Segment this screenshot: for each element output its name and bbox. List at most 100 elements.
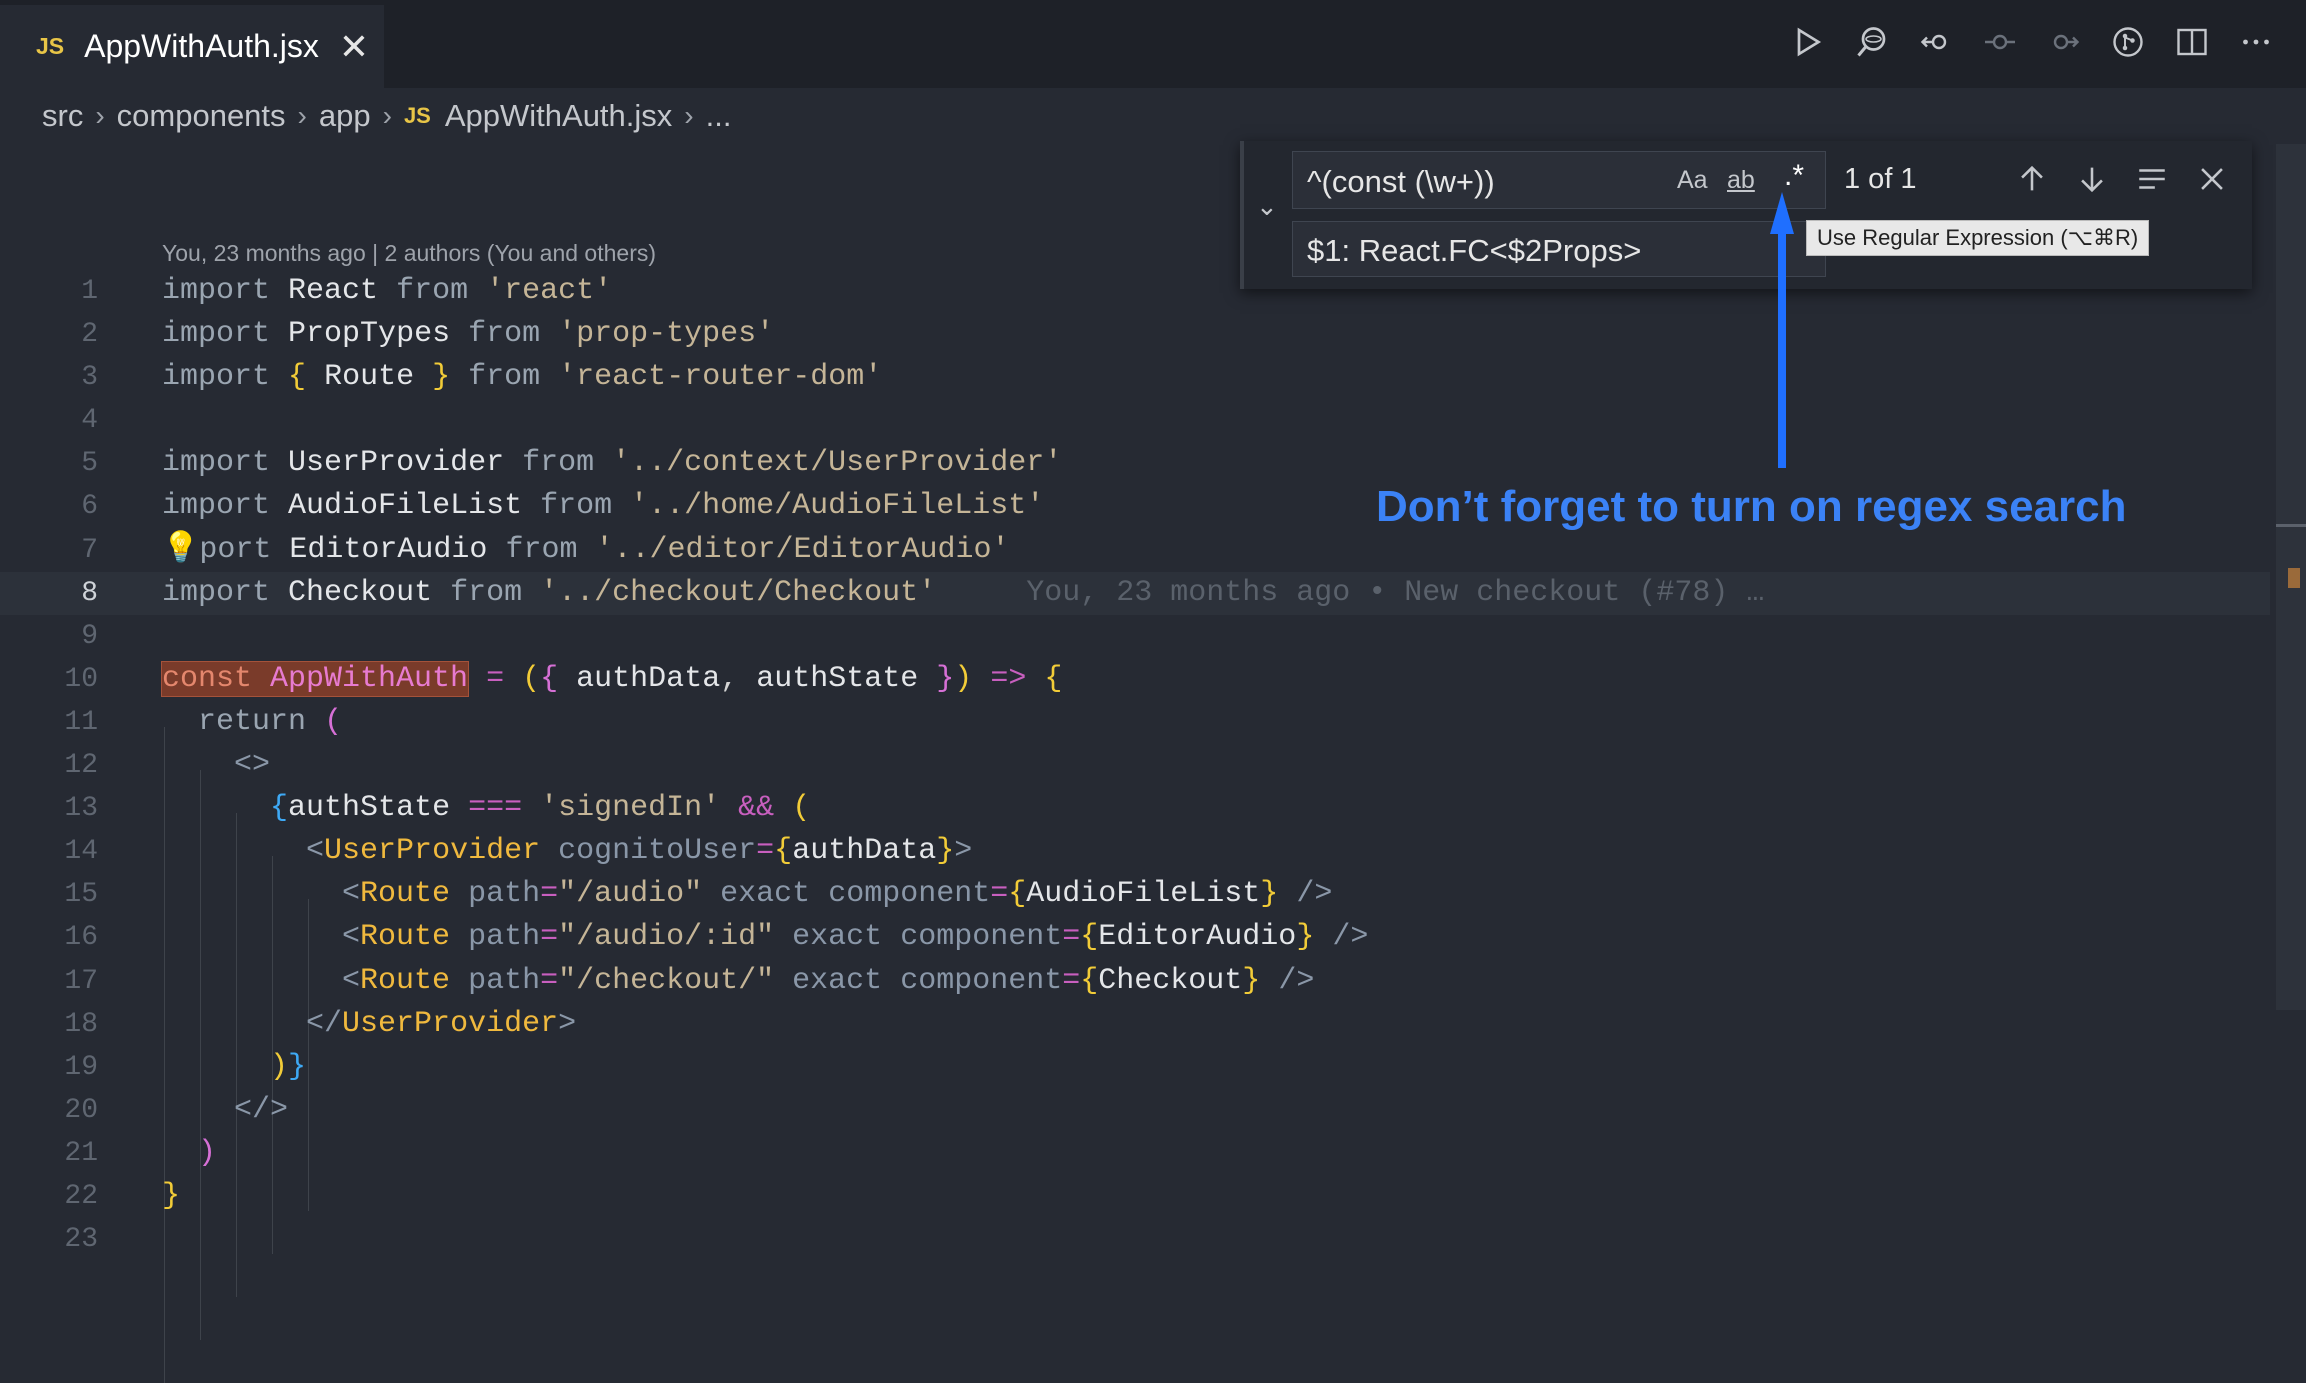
- code-text: import Checkout from '../checkout/Checko…: [162, 575, 1765, 610]
- code-line: 16 <Route path="/audio/:id" exact compon…: [0, 916, 2270, 959]
- annotation-callout: Don’t forget to turn on regex search: [1376, 482, 2127, 531]
- code-line: 9: [0, 615, 2270, 658]
- code-text: ): [198, 1135, 217, 1170]
- code-line: 23: [0, 1218, 2270, 1261]
- find-replace-widget: ⌄ ^(const (\w+)) Aa ab .* $1: React.FC<$…: [1240, 141, 2252, 289]
- close-icon[interactable]: [2192, 159, 2232, 199]
- code-text: const AppWithAuth = ({ authData, authSta…: [160, 660, 1063, 697]
- code-line: 12 <>: [0, 744, 2270, 787]
- commit-icon[interactable]: [1980, 22, 2020, 62]
- code-line: 15 <Route path="/audio" exact component=…: [0, 873, 2270, 916]
- breadcrumb-item[interactable]: AppWithAuth.jsx: [445, 98, 672, 134]
- breadcrumb: src › components › app › JS AppWithAuth.…: [0, 88, 2306, 144]
- line-number: 21: [64, 1137, 98, 1169]
- code-text: <UserProvider cognitoUser={authData}>: [306, 834, 973, 869]
- editor-actions: [1788, 22, 2276, 62]
- line-number: 15: [64, 879, 98, 911]
- line-number: 19: [64, 1051, 98, 1083]
- line-number: 9: [81, 620, 98, 652]
- code-text: <Route path="/checkout/" exact component…: [342, 963, 1315, 998]
- code-text: </>: [234, 1092, 289, 1127]
- line-number: 18: [64, 1008, 98, 1040]
- code-line: 11 return (: [0, 701, 2270, 744]
- arrow-icon: [1770, 192, 1794, 468]
- chevron-right-icon: ›: [95, 100, 105, 131]
- find-input[interactable]: ^(const (\w+)) Aa ab: [1292, 151, 1826, 209]
- line-number: 3: [81, 362, 98, 394]
- search-react-icon[interactable]: [1852, 22, 1892, 62]
- line-number: 10: [64, 663, 98, 695]
- code-text: 💡port EditorAudio from '../editor/Editor…: [162, 532, 1010, 567]
- breadcrumb-item[interactable]: ...: [706, 98, 732, 134]
- code-text: import AudioFileList from '../home/Audio…: [162, 489, 1045, 524]
- code-lines: 1 import React from 'react' 2 import PropT…: [0, 270, 2270, 1383]
- code-text: }: [162, 1178, 181, 1213]
- split-editor-icon[interactable]: [2172, 22, 2212, 62]
- code-line-current: 8 import Checkout from '../checkout/Check…: [0, 571, 2270, 615]
- more-icon[interactable]: [2236, 22, 2276, 62]
- line-number: 2: [81, 319, 98, 351]
- code-editor[interactable]: You, 23 months ago | 2 authors (You and …: [0, 144, 2306, 1383]
- line-number: 13: [64, 793, 98, 825]
- line-number: 23: [64, 1224, 98, 1256]
- line-number: 14: [64, 836, 98, 868]
- code-text: import { Route } from 'react-router-dom': [162, 360, 883, 395]
- code-text: <Route path="/audio" exact component={Au…: [342, 877, 1333, 912]
- code-line: 3 import { Route } from 'react-router-dom…: [0, 356, 2270, 399]
- breadcrumb-item[interactable]: components: [117, 98, 286, 134]
- code-text: <Route path="/audio/:id" exact component…: [342, 920, 1369, 955]
- match-case-button[interactable]: Aa: [1677, 166, 1708, 195]
- breadcrumb-item[interactable]: src: [42, 98, 83, 134]
- code-line: 4: [0, 399, 2270, 442]
- line-number: 22: [64, 1180, 98, 1212]
- run-icon[interactable]: [1788, 22, 1828, 62]
- tab-bar: JS AppWithAuth.jsx ✕: [0, 0, 2306, 88]
- code-line: 2 import PropTypes from 'prop-types': [0, 313, 2270, 356]
- scrollbar-cursor-marker: [2276, 524, 2306, 527]
- js-file-icon: JS: [403, 103, 431, 128]
- code-text: {authState === 'signedIn' && (: [270, 791, 811, 826]
- find-in-selection-icon[interactable]: [2132, 159, 2172, 199]
- line-number: 8: [81, 577, 98, 609]
- whole-word-button[interactable]: ab: [1727, 166, 1755, 195]
- line-number: 1: [81, 276, 98, 307]
- code-line: 19 )}: [0, 1046, 2270, 1089]
- go-back-icon[interactable]: [1916, 22, 1956, 62]
- line-number: 11: [64, 706, 98, 738]
- toggle-replace-chevron-icon[interactable]: ⌄: [1256, 191, 1278, 222]
- code-line: 7 💡port EditorAudio from '../editor/Edito…: [0, 529, 2270, 572]
- breadcrumb-item[interactable]: app: [319, 98, 371, 134]
- line-number: 16: [64, 922, 98, 954]
- line-number: 12: [64, 750, 98, 782]
- find-input-value: ^(const (\w+)): [1307, 164, 1495, 199]
- regex-tooltip: Use Regular Expression (⌥⌘R): [1806, 220, 2150, 256]
- code-text: import React from 'react': [162, 274, 613, 308]
- line-number: 20: [64, 1094, 98, 1126]
- replace-input[interactable]: $1: React.FC<$2Props>: [1292, 221, 1826, 277]
- line-number: 6: [81, 491, 98, 523]
- code-text: </UserProvider>: [306, 1006, 577, 1041]
- code-line: 14 <UserProvider cognitoUser={authData}>: [0, 830, 2270, 873]
- code-text: import UserProvider from '../context/Use…: [162, 446, 1063, 481]
- editor-tab[interactable]: JS AppWithAuth.jsx ✕: [0, 5, 384, 88]
- tab-title: AppWithAuth.jsx: [84, 28, 319, 64]
- lightbulb-icon[interactable]: 💡: [162, 533, 199, 567]
- inline-blame[interactable]: You, 23 months ago • New checkout (#78) …: [1026, 576, 1764, 610]
- previous-match-icon[interactable]: [2012, 159, 2052, 199]
- line-number: 5: [81, 448, 98, 480]
- code-line: 21 ): [0, 1132, 2270, 1175]
- code-text: return (: [198, 704, 343, 739]
- line-number: 17: [64, 965, 98, 997]
- next-match-icon[interactable]: [2072, 159, 2112, 199]
- chevron-right-icon: ›: [684, 100, 694, 131]
- match-count: 1 of 1: [1844, 163, 1917, 195]
- blame-header[interactable]: You, 23 months ago | 2 authors (You and …: [162, 240, 656, 267]
- replace-input-value: $1: React.FC<$2Props>: [1307, 233, 1642, 268]
- scrollbar[interactable]: [2276, 144, 2306, 1010]
- go-forward-icon[interactable]: [2044, 22, 2084, 62]
- git-icon[interactable]: [2108, 22, 2148, 62]
- scrollbar-match-marker: [2288, 568, 2300, 588]
- code-line: 5 import UserProvider from '../context/Us…: [0, 442, 2270, 485]
- close-icon[interactable]: ✕: [339, 28, 369, 65]
- code-line: 20 </>: [0, 1089, 2270, 1132]
